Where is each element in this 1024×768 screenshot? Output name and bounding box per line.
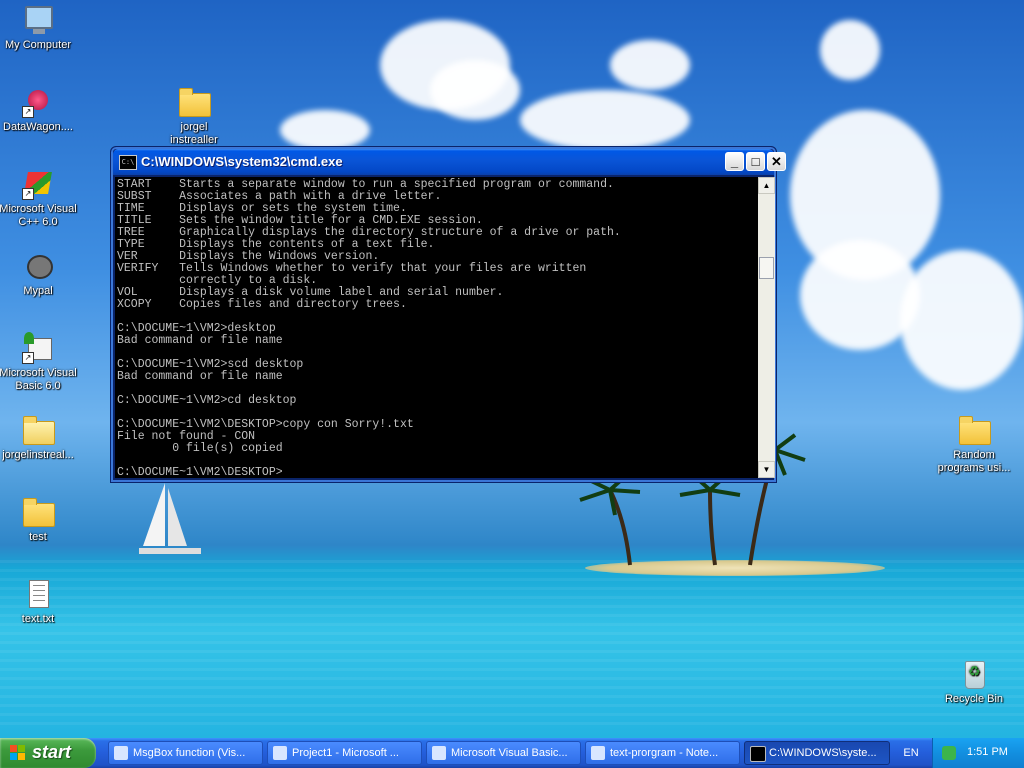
desktop-icon-label: My Computer (4, 39, 72, 51)
desktop-icon-label: jorgelinstreal... (2, 449, 74, 461)
visual-basic-icon (432, 746, 446, 760)
sea (0, 560, 1024, 730)
taskbar-item-label: MsgBox function (Vis... (133, 747, 246, 759)
desktop-icon-label: Microsoft Visual Basic 6.0 (0, 367, 77, 392)
cmd-icon[interactable]: C:\ (119, 155, 137, 170)
console-output[interactable]: START Starts a separate window to run a … (115, 177, 758, 478)
taskbar: start MsgBox function (Vis... Project1 -… (0, 738, 1024, 768)
folder-icon (179, 88, 211, 117)
taskbar-item-label: Project1 - Microsoft ... (292, 747, 399, 759)
notepad-icon (591, 746, 605, 760)
folder-icon (23, 498, 55, 527)
start-button[interactable]: start (0, 738, 96, 768)
desktop-icon-text-txt[interactable]: text.txt (0, 578, 78, 626)
desktop-icon-label: Recycle Bin (944, 693, 1004, 705)
scroll-up-button[interactable]: ▲ (758, 177, 775, 194)
windows-logo-icon (10, 745, 26, 761)
sailboat (139, 483, 201, 554)
desktop-icon-jorgel-instrealler[interactable]: jorgel instrealler (154, 86, 234, 147)
desktop-icon-jorgelinstreal[interactable]: jorgelinstreal... (0, 414, 78, 462)
desktop-icon-label: Random programs usi... (937, 449, 1011, 474)
desktop-icon-visual-basic[interactable]: ↗ Microsoft Visual Basic 6.0 (0, 332, 78, 393)
cmd-window[interactable]: C:\ C:\WINDOWS\system32\cmd.exe _ □ ✕ ST… (110, 146, 786, 483)
taskbar-item-cmd[interactable]: C:\WINDOWS\syste... (744, 741, 890, 765)
scroll-thumb[interactable] (759, 257, 774, 279)
folder-icon (959, 416, 991, 445)
language-indicator[interactable]: EN (896, 741, 926, 765)
desktop-icon-label: Microsoft Visual C++ 6.0 (0, 203, 77, 228)
desktop-icon-random-programs[interactable]: Random programs usi... (934, 414, 1014, 475)
desktop-icon-recycle-bin[interactable]: Recycle Bin (934, 658, 1014, 706)
scroll-down-button[interactable]: ▼ (758, 461, 775, 478)
desktop-icon-label: jorgel instrealler (170, 121, 218, 146)
my-computer-icon (25, 6, 53, 34)
desktop-icon-label: DataWagon.... (3, 121, 73, 133)
desktop-icon-label: Mypal (23, 285, 53, 297)
text-file-icon (29, 580, 49, 608)
mypal-icon (27, 255, 53, 279)
installer-icon (23, 416, 55, 445)
desktop-icon-mypal[interactable]: Mypal (0, 250, 78, 298)
maximize-button[interactable]: □ (746, 152, 765, 171)
system-tray: 1:51 PM (932, 738, 1024, 768)
taskbar-item-visual-basic[interactable]: Microsoft Visual Basic... (426, 741, 581, 765)
desktop-icon-label: test (29, 531, 47, 543)
taskbar-item-project1[interactable]: Project1 - Microsoft ... (267, 741, 422, 765)
taskbar-item-msgbox[interactable]: MsgBox function (Vis... (108, 741, 263, 765)
taskbar-item-label: Microsoft Visual Basic... (451, 747, 568, 759)
taskbar-item-notepad[interactable]: text-prorgram - Note... (585, 741, 740, 765)
browser-icon (114, 746, 128, 760)
cloud (900, 250, 1024, 390)
cloud (820, 20, 880, 80)
desktop-icon-datawagon[interactable]: ↗ DataWagon.... (0, 86, 78, 134)
cloud (280, 110, 370, 150)
title-bar[interactable]: C:\ C:\WINDOWS\system32\cmd.exe _ □ ✕ (113, 149, 786, 175)
start-label: start (32, 742, 72, 762)
taskbar-item-label: text-prorgram - Note... (610, 747, 719, 759)
close-button[interactable]: ✕ (767, 152, 786, 171)
window-title: C:\WINDOWS\system32\cmd.exe (141, 154, 343, 169)
cmd-icon (750, 746, 766, 762)
desktop-icon-label: text.txt (21, 613, 55, 625)
taskbar-item-label: C:\WINDOWS\syste... (769, 747, 877, 759)
cloud (520, 90, 690, 150)
tray-app-icon[interactable] (942, 746, 956, 760)
recycle-bin-icon (965, 661, 985, 689)
desktop-icon-my-computer[interactable]: My Computer (0, 4, 78, 52)
minimize-button[interactable]: _ (725, 152, 744, 171)
desktop-icon-test[interactable]: test (0, 496, 78, 544)
clock[interactable]: 1:51 PM (967, 746, 1008, 758)
visual-basic-icon (273, 746, 287, 760)
cloud (610, 40, 690, 90)
desktop-icon-visual-cpp[interactable]: ↗ Microsoft Visual C++ 6.0 (0, 168, 78, 229)
vertical-scrollbar[interactable]: ▲ ▼ (758, 177, 775, 478)
console-text: START Starts a separate window to run a … (117, 178, 621, 479)
cloud (430, 60, 520, 120)
